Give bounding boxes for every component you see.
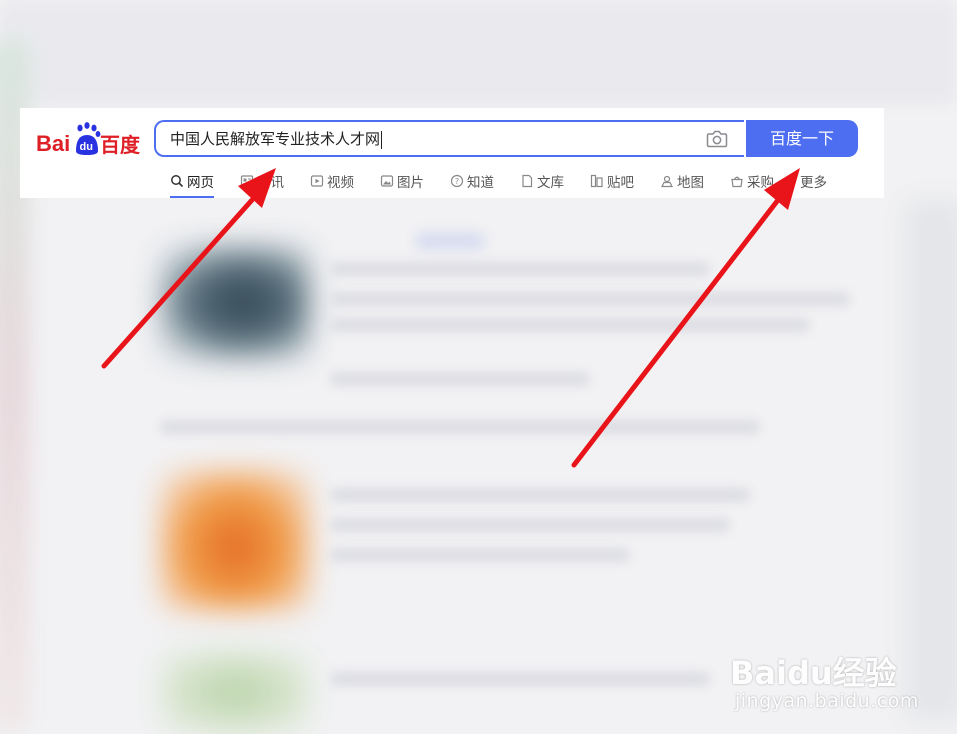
arrow-to-search-input [101, 168, 276, 369]
watermark-brand: Baidu经验 [730, 654, 897, 692]
watermark-url: jingyan.baidu.com [735, 690, 919, 712]
watermark: Baidu经验 jingyan.baidu.com [730, 628, 920, 718]
annotation-arrows [101, 168, 800, 468]
arrow-to-search-button [571, 168, 800, 468]
